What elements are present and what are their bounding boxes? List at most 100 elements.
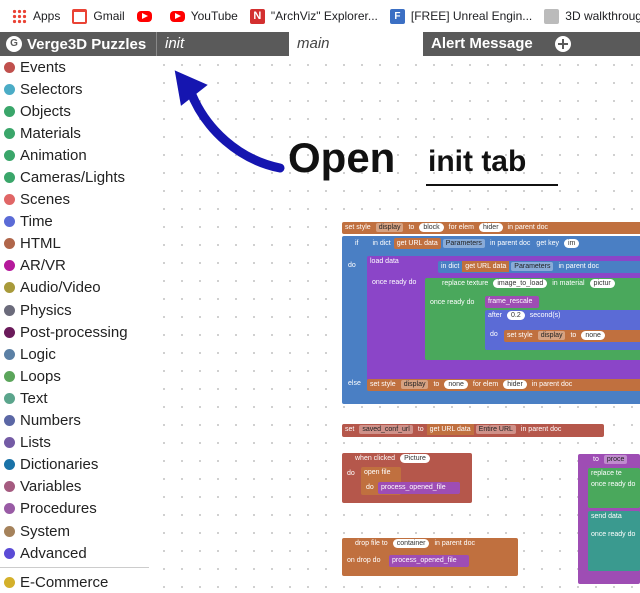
- text-value[interactable]: hider: [478, 223, 503, 232]
- variable-dropdown[interactable]: saved_conf_url: [359, 425, 413, 434]
- youtube-icon: [169, 10, 185, 22]
- bookmark-label: "ArchViz" Explorer...: [270, 9, 378, 23]
- category-post-processing[interactable]: Post-processing: [0, 321, 155, 343]
- block-text: set: [345, 426, 355, 433]
- category-scenes[interactable]: Scenes: [0, 189, 155, 211]
- style-prop-dropdown[interactable]: display: [400, 380, 429, 389]
- category-color-dot-icon: [4, 282, 15, 294]
- category-events[interactable]: Events: [0, 56, 155, 78]
- category-label: Post-processing: [20, 323, 128, 341]
- category-lists[interactable]: Lists: [0, 432, 155, 454]
- category-label: Selectors: [20, 80, 83, 98]
- category-variables[interactable]: Variables: [0, 476, 155, 498]
- block-text: to: [433, 381, 440, 388]
- set-style-block[interactable]: set style display to none for elem hider in pa…: [367, 379, 640, 391]
- category-materials[interactable]: Materials: [0, 122, 155, 144]
- text-value[interactable]: block: [419, 223, 444, 232]
- category-color-dot-icon: [4, 194, 15, 206]
- block-text: for elem: [472, 381, 499, 388]
- text-value[interactable]: im: [564, 239, 580, 248]
- category-selectors[interactable]: Selectors: [0, 78, 155, 100]
- bookmark-walkthrough[interactable]: 3D walkthrough de...: [544, 8, 640, 24]
- category-advanced[interactable]: Advanced: [0, 542, 155, 564]
- category-label: Objects: [20, 102, 71, 120]
- category-label: Text: [20, 389, 48, 407]
- category-system[interactable]: System: [0, 520, 155, 542]
- set-variable-block[interactable]: set saved_conf_url to get URL data Entire UR…: [342, 424, 604, 437]
- category-color-dot-icon: [4, 61, 15, 73]
- block-text: load data: [370, 258, 399, 265]
- procedure-name-field[interactable]: proce: [603, 455, 628, 464]
- category-label: Logic: [20, 345, 56, 363]
- category-cameras-lights[interactable]: Cameras/Lights: [0, 166, 155, 188]
- category-color-dot-icon: [4, 149, 15, 161]
- category-color-dot-icon: [4, 547, 15, 559]
- category-time[interactable]: Time: [0, 211, 155, 233]
- do-label: do: [344, 468, 358, 479]
- category-dictionaries[interactable]: Dictionaries: [0, 454, 155, 476]
- thumbnail-icon: [544, 8, 560, 24]
- params-dropdown[interactable]: Parameters: [511, 262, 554, 271]
- category-objects[interactable]: Objects: [0, 100, 155, 122]
- category-html[interactable]: HTML: [0, 233, 155, 255]
- add-tab-icon[interactable]: [555, 36, 571, 52]
- category-label: Physics: [20, 301, 72, 319]
- n-logo-icon: N: [249, 8, 265, 24]
- youtube-icon: [136, 10, 152, 22]
- category-procedures[interactable]: Procedures: [0, 498, 155, 520]
- gmail-icon: [72, 8, 88, 24]
- arrow-annotation-icon: [174, 70, 285, 173]
- bookmark-archviz[interactable]: N "ArchViz" Explorer...: [249, 8, 378, 24]
- category-animation[interactable]: Animation: [0, 144, 155, 166]
- category-logic[interactable]: Logic: [0, 343, 155, 365]
- tab-init[interactable]: init: [157, 32, 289, 56]
- category-loops[interactable]: Loops: [0, 365, 155, 387]
- text-value[interactable]: image_to_load: [493, 279, 548, 288]
- app-logo[interactable]: G Verge3D Puzzles: [0, 32, 157, 56]
- text-value[interactable]: none: [444, 380, 468, 389]
- category-label: HTML: [20, 235, 61, 253]
- category-numbers[interactable]: Numbers: [0, 410, 155, 432]
- bookmark-label: [FREE] Unreal Engin...: [410, 9, 533, 23]
- procedure-call-block[interactable]: process_opened_file: [389, 555, 469, 567]
- category-color-dot-icon: [4, 238, 15, 250]
- block-text: to: [593, 456, 599, 463]
- tab-main[interactable]: main: [289, 32, 423, 56]
- bookmark-youtube-icon-only[interactable]: [136, 10, 158, 22]
- text-value[interactable]: hider: [503, 380, 527, 389]
- send-data-block[interactable]: send data once ready do: [588, 511, 640, 571]
- object-value[interactable]: Picture: [400, 454, 430, 463]
- do-label: do: [487, 329, 501, 340]
- bookmark-apps[interactable]: Apps: [12, 8, 60, 24]
- text-value[interactable]: none: [581, 331, 605, 340]
- category-physics[interactable]: Physics: [0, 299, 155, 321]
- category-e-commerce[interactable]: E-Commerce: [0, 571, 155, 593]
- block-text: do: [366, 484, 374, 491]
- set-style-block[interactable]: set style display to none: [504, 330, 640, 342]
- category-label: System: [20, 522, 71, 540]
- category-text[interactable]: Text: [0, 387, 155, 409]
- category-audio-video[interactable]: Audio/Video: [0, 277, 155, 299]
- style-prop-dropdown[interactable]: display: [375, 223, 404, 232]
- category-ar-vr[interactable]: AR/VR: [0, 255, 155, 277]
- url-part-dropdown[interactable]: Entire URL: [475, 425, 516, 434]
- style-prop-dropdown[interactable]: display: [537, 331, 566, 340]
- bookmark-unreal[interactable]: F [FREE] Unreal Engin...: [389, 8, 533, 24]
- category-color-dot-icon: [4, 348, 15, 360]
- text-value[interactable]: container: [392, 539, 430, 548]
- replace-texture-block[interactable]: replace te once ready do: [588, 468, 640, 508]
- number-value[interactable]: 0.2: [507, 311, 525, 320]
- params-dropdown[interactable]: Parameters: [442, 239, 485, 248]
- block-text: in dict: [441, 263, 460, 270]
- in-dict-block[interactable]: in dict get URL data Parameters in parent d…: [438, 261, 640, 273]
- bookmark-youtube[interactable]: YouTube: [169, 9, 238, 23]
- procedure-call-block[interactable]: process_opened_file: [378, 482, 460, 494]
- category-color-dot-icon: [4, 370, 15, 382]
- text-value[interactable]: pictur: [589, 279, 615, 288]
- set-style-block[interactable]: set style display to block for elem hider in p…: [342, 222, 640, 234]
- tab-alert-message[interactable]: Alert Message: [423, 32, 555, 56]
- bookmark-gmail[interactable]: Gmail: [72, 8, 125, 24]
- block-text: to: [570, 332, 577, 339]
- frame-rescale-block[interactable]: frame_rescale: [485, 296, 539, 308]
- category-color-dot-icon: [4, 437, 15, 449]
